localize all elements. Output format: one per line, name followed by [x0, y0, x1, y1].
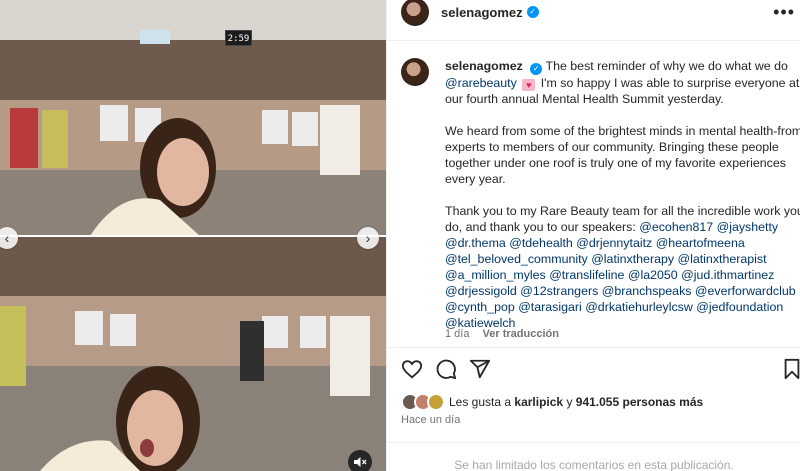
speaker-mention[interactable]: @drjessigold — [445, 284, 517, 298]
speaker-mention[interactable]: @cynth_pop — [445, 300, 515, 314]
comment-icon — [436, 359, 457, 380]
author-avatar[interactable] — [401, 0, 429, 26]
like-button[interactable] — [399, 356, 425, 382]
verified-badge-icon: ✓ — [530, 63, 543, 75]
action-bar — [387, 356, 800, 384]
speaker-mention[interactable]: @drjennytaitz — [576, 236, 652, 250]
caption-text: selenagomez ✓ The best reminder of why w… — [445, 58, 800, 347]
liker-avatar — [427, 393, 445, 411]
comments-limited-notice: Se han limitado los comentarios en esta … — [454, 458, 734, 471]
video-frame-top — [0, 0, 386, 236]
caption-username[interactable]: selenagomez — [445, 59, 523, 73]
heart-emoji-icon: ♥ — [522, 79, 536, 91]
speaker-mention[interactable]: @latinxtherapist — [678, 252, 767, 266]
caption-meta: 1 día Ver traducción — [445, 328, 559, 340]
event-timer-screen: 2:59 — [225, 30, 252, 46]
caption-paragraph-2: We heard from some of the brightest mind… — [445, 124, 800, 186]
comment-button[interactable] — [433, 356, 459, 382]
speaker-mention[interactable]: @branchspeaks — [602, 284, 692, 298]
share-icon — [469, 359, 491, 379]
speaker-mentions: @ecohen817 @jayshetty @dr.thema @tdeheal… — [445, 220, 796, 330]
caption-time: 1 día — [445, 328, 470, 340]
heart-icon — [401, 360, 423, 379]
next-media-button[interactable]: › — [357, 227, 379, 249]
post-header: selenagomez ✓ ••• — [387, 0, 800, 30]
likes-first-user[interactable]: karlipick — [514, 395, 563, 409]
speaker-muted-icon — [354, 457, 367, 467]
speaker-mention[interactable]: @ecohen817 — [639, 220, 713, 234]
chevron-right-icon: › — [365, 230, 371, 246]
speaker-mention[interactable]: @everforwardclub — [695, 284, 796, 298]
caption-avatar[interactable] — [401, 58, 429, 86]
actions-divider — [387, 347, 800, 348]
speaker-mention[interactable]: @a_million_myles — [445, 268, 546, 282]
speaker-mention[interactable]: @tel_beloved_community — [445, 252, 588, 266]
more-options-icon[interactable]: ••• — [773, 2, 795, 23]
post-timestamp[interactable]: Hace un día — [401, 414, 460, 426]
post-details-panel: selenagomez ✓ ••• selenagomez ✓ The best… — [386, 0, 800, 471]
post-media[interactable]: 2:59 ‹ › — [0, 0, 386, 471]
speaker-mention[interactable]: @jud.ithmartinez — [681, 268, 774, 282]
see-translation-link[interactable]: Ver traducción — [483, 328, 559, 340]
speaker-mention[interactable]: @12strangers — [520, 284, 598, 298]
video-frame-bottom — [0, 236, 386, 471]
caption-line1: The best reminder of why we do what we d… — [545, 59, 788, 73]
speaker-mention[interactable]: @tarasigari — [518, 300, 582, 314]
speaker-mention[interactable]: @jayshetty — [717, 220, 778, 234]
liker-avatars — [401, 393, 447, 411]
likes-connector: y — [566, 395, 573, 409]
media-divider — [0, 235, 386, 237]
chevron-left-icon: ‹ — [4, 230, 10, 246]
speaker-mention[interactable]: @tdehealth — [509, 236, 573, 250]
mention-rarebeauty[interactable]: @rarebeauty — [445, 76, 517, 90]
bookmark-icon — [784, 358, 800, 380]
speaker-mention[interactable]: @translifeline — [549, 268, 624, 282]
likes-prefix: Les gusta a — [449, 395, 512, 409]
mute-toggle-button[interactable] — [348, 450, 372, 471]
speaker-mention[interactable]: @drkatiehurleylcsw — [585, 300, 693, 314]
speaker-mention[interactable]: @jedfoundation — [696, 300, 783, 314]
comments-divider — [387, 442, 800, 443]
speaker-mention[interactable]: @latinxtherapy — [591, 252, 674, 266]
share-button[interactable] — [467, 356, 493, 382]
speaker-mention[interactable]: @dr.thema — [445, 236, 506, 250]
likes-summary[interactable]: Les gusta a karlipick y 941.055 personas… — [401, 392, 703, 412]
header-divider — [387, 40, 800, 41]
likes-count[interactable]: 941.055 personas más — [576, 395, 703, 409]
author-username[interactable]: selenagomez — [441, 5, 523, 20]
verified-badge-icon: ✓ — [526, 6, 539, 18]
speaker-mention[interactable]: @heartofmeena — [656, 236, 745, 250]
save-button[interactable] — [779, 356, 800, 382]
speaker-mention[interactable]: @la2050 — [628, 268, 678, 282]
